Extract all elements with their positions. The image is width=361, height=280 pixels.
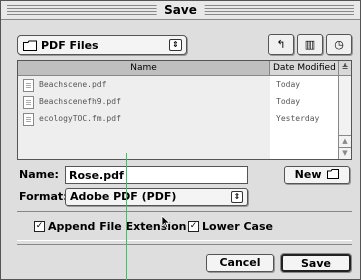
checkmark-icon: ✓ bbox=[188, 221, 199, 232]
list-header: Name Date Modified bbox=[18, 61, 340, 76]
popup-arrows-icon: ⇕ bbox=[169, 39, 182, 51]
cancel-button[interactable]: Cancel bbox=[206, 254, 274, 272]
format-value: Adobe PDF (PDF) bbox=[70, 190, 177, 203]
column-header-date[interactable]: Date Modified bbox=[270, 61, 340, 75]
pdf-document-icon bbox=[23, 96, 34, 109]
file-row[interactable]: ecologyTOC.fm.pdf Yesterday bbox=[18, 112, 340, 128]
save-dialog: Save PDF Files ⇕ ↰ ▥ ◷ Name Date Modifie… bbox=[0, 0, 361, 280]
recent-button[interactable]: ◷ bbox=[326, 34, 352, 55]
title-bar[interactable]: Save bbox=[1, 1, 360, 20]
popup-arrows-icon: ⇕ bbox=[231, 191, 243, 203]
parent-folder-button[interactable]: ↰ bbox=[268, 34, 294, 55]
pdf-document-icon bbox=[23, 79, 34, 92]
format-label: Format: bbox=[19, 190, 68, 203]
shortcuts-button[interactable]: ▥ bbox=[297, 34, 323, 55]
folder-icon bbox=[327, 169, 340, 179]
column-header-name[interactable]: Name bbox=[18, 61, 270, 75]
parent-folder-icon: ↰ bbox=[276, 38, 286, 51]
shortcuts-icon: ▥ bbox=[304, 38, 316, 51]
divider bbox=[17, 244, 352, 245]
new-folder-label: New bbox=[294, 168, 322, 181]
mouse-pointer-icon bbox=[161, 215, 171, 229]
scroll-down-arrow-icon[interactable]: ▼ bbox=[339, 147, 351, 159]
file-date: Today bbox=[276, 80, 301, 89]
location-popup[interactable]: PDF Files ⇕ bbox=[17, 35, 187, 55]
dialog-title: Save bbox=[156, 2, 205, 18]
checkmark-icon: ✓ bbox=[34, 221, 45, 232]
file-date: Today bbox=[276, 97, 301, 106]
guide-line bbox=[126, 153, 127, 280]
sort-direction-icon[interactable]: ≜ bbox=[338, 61, 351, 76]
location-label: PDF Files bbox=[41, 38, 99, 52]
file-name: Beachscene.pdf bbox=[39, 80, 107, 89]
file-row[interactable]: Beachscenefh9.pdf Today bbox=[18, 95, 340, 111]
vertical-scrollbar[interactable]: ▲ ▼ bbox=[338, 76, 351, 159]
format-popup[interactable]: Adobe PDF (PDF) ⇕ bbox=[65, 188, 248, 206]
name-label: Name: bbox=[19, 168, 59, 181]
file-name: Beachscenefh9.pdf bbox=[39, 97, 121, 106]
save-button[interactable]: Save bbox=[280, 253, 352, 273]
lower-case-label: Lower Case bbox=[202, 220, 273, 233]
file-date: Yesterday bbox=[276, 114, 320, 123]
folder-icon bbox=[23, 40, 37, 51]
file-row[interactable]: Beachscene.pdf Today bbox=[18, 78, 340, 94]
new-folder-button[interactable]: New bbox=[284, 166, 350, 184]
lower-case-checkbox[interactable]: ✓ Lower Case bbox=[188, 220, 273, 233]
scroll-up-arrow-icon[interactable]: ▲ bbox=[339, 135, 351, 147]
file-list[interactable]: Name Date Modified ≜ Beachscene.pdf Toda… bbox=[17, 60, 352, 160]
file-name: ecologyTOC.fm.pdf bbox=[39, 114, 121, 123]
file-name-input[interactable] bbox=[65, 166, 248, 184]
pdf-document-icon bbox=[23, 113, 34, 126]
recent-clock-icon: ◷ bbox=[334, 38, 344, 51]
